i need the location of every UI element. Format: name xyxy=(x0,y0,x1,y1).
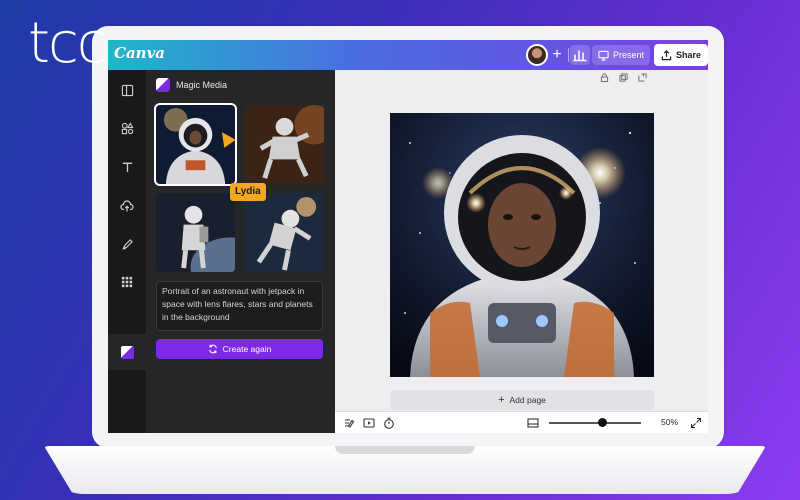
magic-media-app-icon xyxy=(156,78,170,92)
timer-icon[interactable] xyxy=(383,417,395,429)
design-page[interactable] xyxy=(390,113,654,377)
cloud-upload-icon xyxy=(120,200,134,212)
avatar[interactable] xyxy=(526,44,548,66)
create-again-label: Create again xyxy=(222,344,272,354)
play-icon[interactable] xyxy=(363,417,375,429)
apps-grid-icon xyxy=(121,276,133,288)
astronaut-portrait xyxy=(390,113,654,377)
grid-view-icon[interactable] xyxy=(527,417,539,429)
side-rail xyxy=(108,70,146,433)
zoom-slider-handle[interactable] xyxy=(598,418,607,427)
present-button[interactable]: Present xyxy=(592,45,651,65)
share-button[interactable]: Share xyxy=(654,44,708,66)
add-page-icon[interactable] xyxy=(638,73,647,82)
canva-logo: Canva xyxy=(114,44,165,62)
share-icon xyxy=(661,49,672,60)
notes-icon[interactable] xyxy=(343,417,355,429)
topbar-divider xyxy=(568,48,569,62)
draw-rail-button[interactable] xyxy=(115,232,139,256)
collaborator-name-tag: Lydia xyxy=(230,183,266,201)
add-page-label: Add page xyxy=(509,395,546,405)
elements-icon xyxy=(121,121,134,134)
generated-image-4[interactable] xyxy=(245,193,324,272)
canva-editor: Canva + Present Share Magic Media Portra… xyxy=(108,40,708,433)
editor-bottombar: 50% xyxy=(335,411,708,433)
add-collaborator-button[interactable]: + xyxy=(548,46,566,64)
tcc-logo: tcc xyxy=(28,11,108,76)
create-again-button[interactable]: Create again xyxy=(156,339,323,359)
fullscreen-icon[interactable] xyxy=(690,417,702,429)
prompt-input[interactable]: Portrait of an astronaut with jetpack in… xyxy=(156,281,323,331)
layout-icon xyxy=(121,84,133,96)
generated-image-3[interactable] xyxy=(156,193,235,272)
add-page-button[interactable]: + Add page xyxy=(390,390,654,410)
magic-media-rail-button[interactable] xyxy=(108,334,146,370)
chart-icon xyxy=(573,50,587,62)
editor-topbar: Canva + Present Share xyxy=(108,40,708,70)
layout-rail-button[interactable] xyxy=(115,78,139,102)
magic-media-panel: Magic Media Portrait of an astronaut wit… xyxy=(146,70,335,433)
insights-button[interactable] xyxy=(570,45,590,65)
laptop-base xyxy=(44,446,766,494)
page-tools xyxy=(600,73,647,82)
canvas-area: + Add page xyxy=(335,70,708,411)
panel-title: Magic Media xyxy=(176,80,228,90)
generated-image-2[interactable] xyxy=(245,105,324,184)
present-label: Present xyxy=(613,50,645,60)
text-rail-button[interactable] xyxy=(115,155,139,179)
draw-icon xyxy=(121,238,133,250)
plus-icon: + xyxy=(498,394,505,406)
zoom-level[interactable]: 50% xyxy=(661,417,678,427)
uploads-rail-button[interactable] xyxy=(115,194,139,218)
lock-icon[interactable] xyxy=(600,73,609,82)
share-label: Share xyxy=(676,50,702,60)
refresh-icon xyxy=(208,344,217,354)
elements-rail-button[interactable] xyxy=(115,116,139,140)
zoom-slider[interactable] xyxy=(549,422,641,424)
present-icon xyxy=(598,50,609,61)
panel-header: Magic Media xyxy=(156,78,227,92)
text-icon xyxy=(122,162,132,172)
apps-rail-button[interactable] xyxy=(115,270,139,294)
duplicate-icon[interactable] xyxy=(619,73,628,82)
tcc-logo-text: tcc xyxy=(28,11,108,76)
magic-media-icon xyxy=(120,345,134,359)
